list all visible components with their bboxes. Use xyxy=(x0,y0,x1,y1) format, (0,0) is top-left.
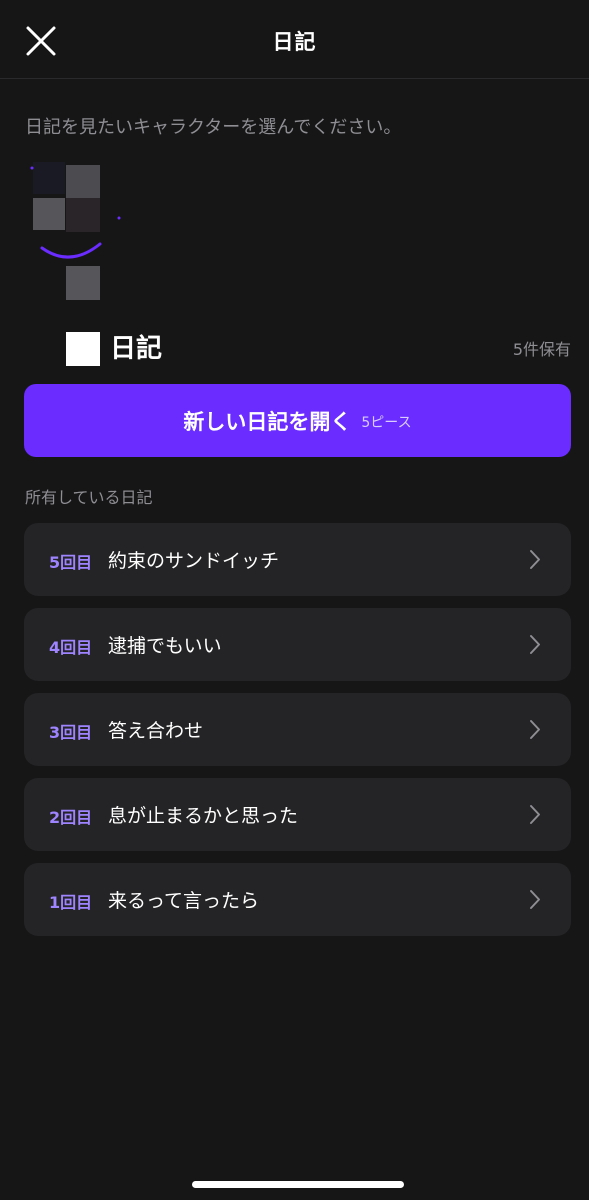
instruction-text: 日記を見たいキャラクターを選んでください。 xyxy=(25,117,402,138)
entry-title: 息が止まるかと思った xyxy=(108,805,299,827)
diary-entry[interactable]: 2回目 息が止まるかと思った xyxy=(24,778,571,851)
diary-entry[interactable]: 1回目 来るって言ったら xyxy=(24,863,571,936)
character-diary-name: 日記 xyxy=(110,334,163,364)
section-label: 所有している日記 xyxy=(25,488,153,507)
open-button-label: 新しい日記を開く xyxy=(183,409,352,434)
open-button-cost: 5ピース xyxy=(361,415,412,431)
header: 日記 xyxy=(0,0,589,79)
chevron-right-icon xyxy=(530,805,540,824)
entry-title: 逮捕でもいい xyxy=(108,635,222,657)
entry-number: 3回目 xyxy=(49,723,93,742)
character-row: 日記 5件保有 xyxy=(66,328,571,368)
home-indicator[interactable] xyxy=(192,1181,404,1188)
character-name-redacted xyxy=(66,332,100,366)
diary-entry[interactable]: 4回目 逮捕でもいい xyxy=(24,608,571,681)
entry-title: 答え合わせ xyxy=(108,720,204,742)
diary-entry[interactable]: 5回目 約束のサンドイッチ xyxy=(24,523,571,596)
chevron-right-icon xyxy=(530,890,540,909)
entry-number: 4回目 xyxy=(49,638,93,657)
entry-number: 2回目 xyxy=(49,808,93,827)
chevron-right-icon xyxy=(530,720,540,739)
chevron-right-icon xyxy=(530,635,540,654)
entry-title: 約束のサンドイッチ xyxy=(108,550,280,572)
owned-count: 5件保有 xyxy=(512,340,571,359)
avatar-ring xyxy=(30,166,121,259)
page-title: 日記 xyxy=(272,30,317,54)
entry-number: 5回目 xyxy=(49,553,93,572)
chevron-right-icon xyxy=(530,550,540,569)
entry-number: 1回目 xyxy=(49,893,93,912)
character-avatar[interactable] xyxy=(30,160,130,300)
open-new-diary-button[interactable]: 新しい日記を開く 5ピース xyxy=(24,384,571,457)
entry-title: 来るって言ったら xyxy=(108,890,260,912)
diary-entry[interactable]: 3回目 答え合わせ xyxy=(24,693,571,766)
